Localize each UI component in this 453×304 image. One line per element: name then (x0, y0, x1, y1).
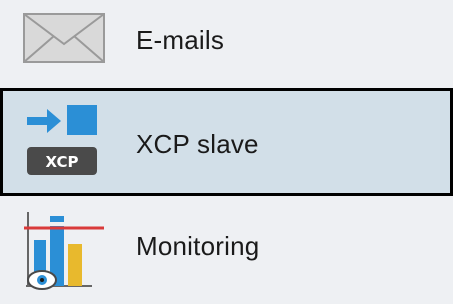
menu-item-label: E-mails (136, 25, 225, 55)
menu-item-monitoring[interactable]: Monitoring (0, 198, 453, 302)
menu-item-xcp-slave[interactable]: XCP XCP slave (0, 88, 453, 196)
xcp-badge-label: XCP (45, 153, 78, 171)
navigation-panel: E-mails XCP XCP slave Monitoring (0, 0, 453, 304)
menu-item-emails[interactable]: E-mails (0, 0, 453, 84)
envelope-icon (22, 10, 106, 71)
xcp-slave-icon: XCP (23, 101, 107, 186)
monitoring-chart-icon (20, 206, 104, 301)
menu-item-label: Monitoring (136, 231, 260, 261)
menu-item-label: XCP slave (136, 129, 259, 159)
